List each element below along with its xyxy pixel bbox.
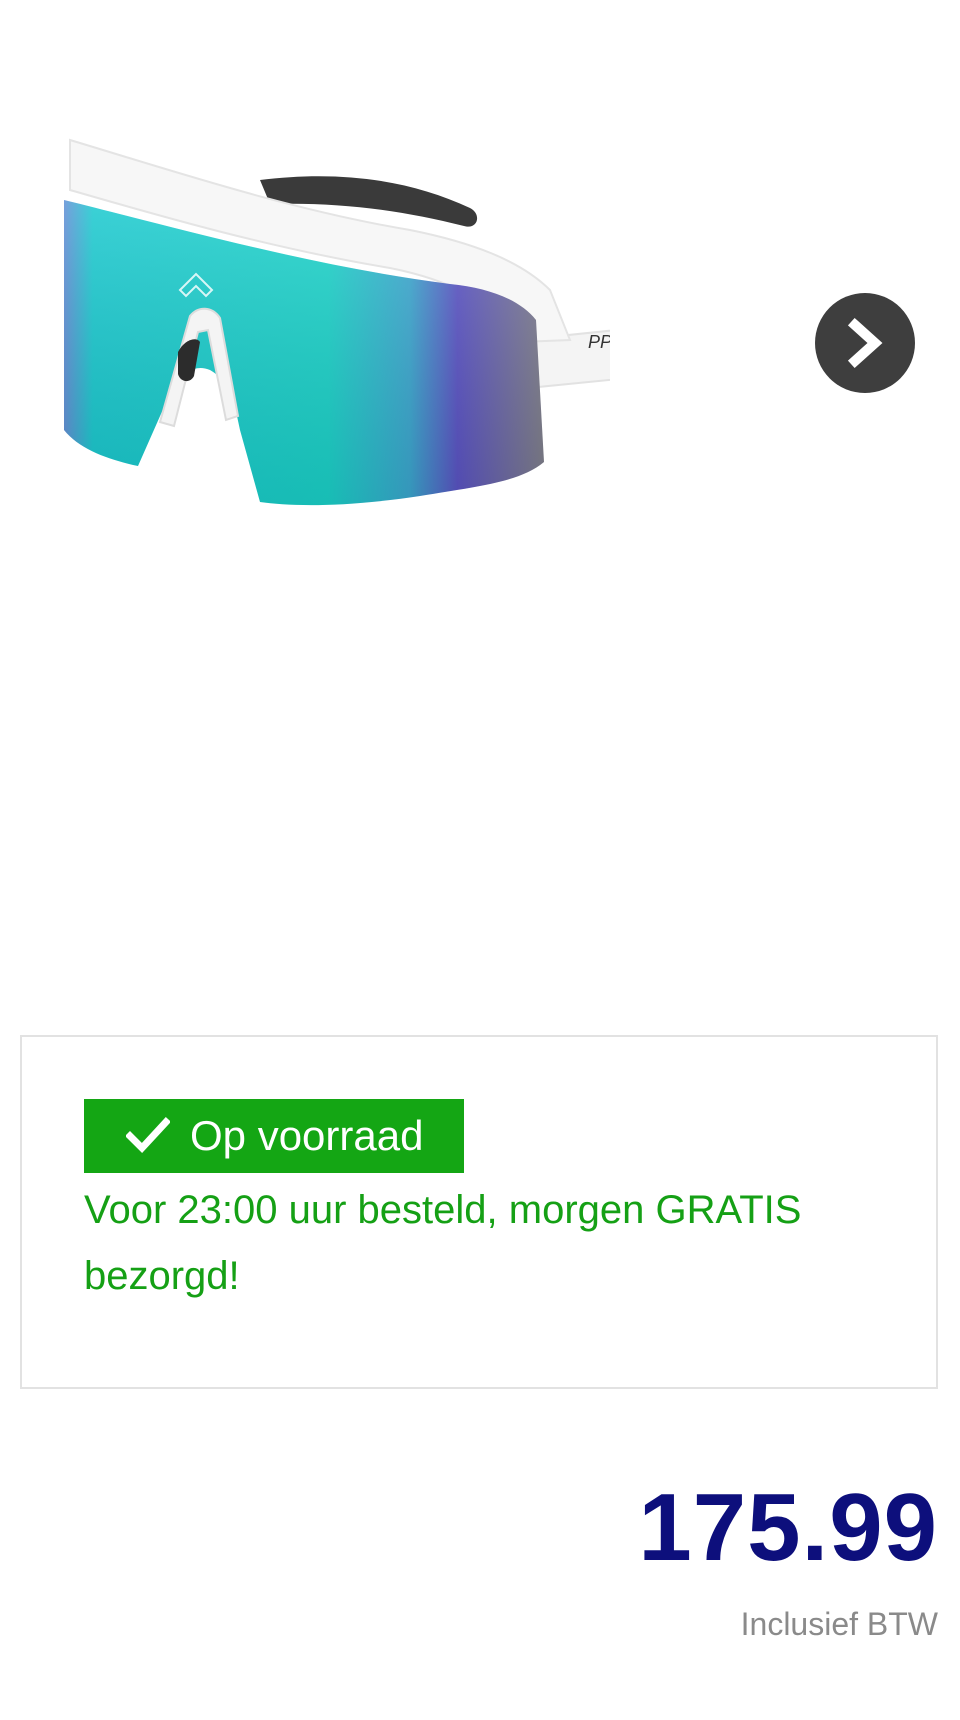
product-price: 175.99 bbox=[638, 1474, 938, 1581]
svg-text:PPEEQQ: PPEEQQ bbox=[588, 332, 610, 352]
stock-status-badge: Op voorraad bbox=[84, 1099, 464, 1173]
stock-info-card: Op voorraad Voor 23:00 uur besteld, morg… bbox=[20, 1035, 938, 1389]
chevron-right-icon bbox=[847, 317, 883, 369]
vat-note: Inclusief BTW bbox=[740, 1606, 938, 1642]
stock-status-label: Op voorraad bbox=[190, 1112, 424, 1159]
next-image-button[interactable] bbox=[815, 293, 915, 393]
sunglasses-product-image: PPEEQQ bbox=[64, 138, 610, 506]
product-image-gallery[interactable]: PPEEQQ bbox=[0, 0, 960, 1000]
check-icon bbox=[126, 1117, 170, 1154]
delivery-message: Voor 23:00 uur besteld, morgen GRATIS be… bbox=[84, 1188, 802, 1298]
